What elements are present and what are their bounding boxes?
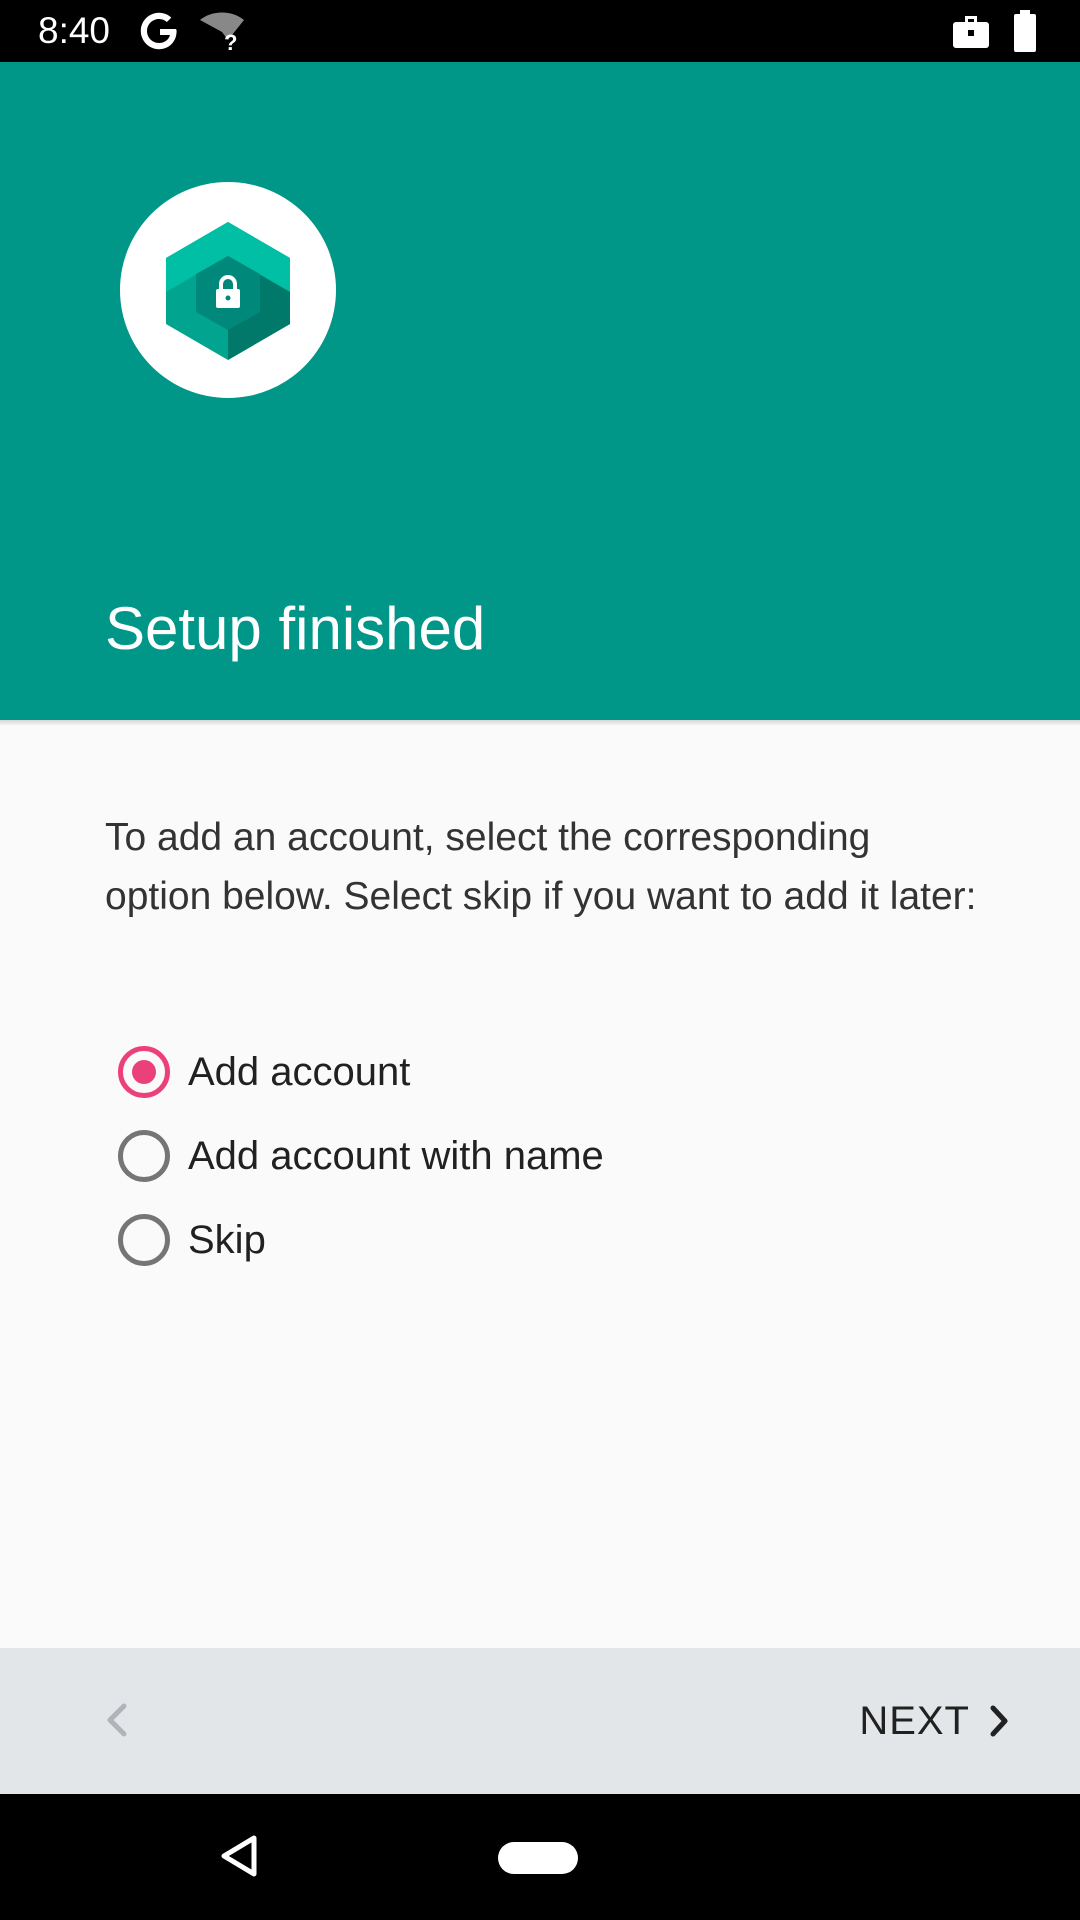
radio-option-skip[interactable]: Skip bbox=[118, 1198, 978, 1282]
nav-back-icon[interactable] bbox=[220, 1834, 260, 1878]
header: Setup finished bbox=[0, 62, 1080, 720]
setup-screen: 8:40 ? Setup finished To add an account,… bbox=[0, 0, 1080, 1920]
radio-label: Add account with name bbox=[188, 1134, 604, 1178]
work-profile-icon bbox=[953, 16, 989, 48]
back-button[interactable] bbox=[90, 1686, 150, 1756]
app-logo bbox=[120, 182, 336, 398]
status-bar: 8:40 ? bbox=[0, 0, 1080, 62]
radio-label: Add account bbox=[188, 1050, 411, 1094]
wifi-unknown-icon: ? bbox=[200, 12, 244, 52]
status-time: 8:40 bbox=[38, 10, 111, 51]
next-button-label: NEXT bbox=[859, 1698, 970, 1743]
nav-home-pill[interactable] bbox=[498, 1842, 578, 1874]
account-options-radio-group: Add account Add account with name Skip bbox=[118, 1030, 978, 1282]
chevron-right-icon bbox=[990, 1705, 1008, 1737]
radio-option-add-account-with-name[interactable]: Add account with name bbox=[118, 1114, 978, 1198]
header-divider bbox=[0, 720, 1080, 726]
shield-lock-hexagon-icon bbox=[166, 222, 290, 360]
radio-button-unchecked[interactable] bbox=[118, 1214, 170, 1266]
description-text: To add an account, select the correspond… bbox=[105, 816, 977, 918]
radio-label: Skip bbox=[188, 1218, 266, 1262]
google-g-icon bbox=[140, 12, 177, 50]
system-navigation-bar bbox=[0, 1794, 1080, 1920]
radio-selected-dot bbox=[132, 1060, 156, 1084]
chevron-left-icon bbox=[107, 1703, 127, 1737]
radio-button-checked[interactable] bbox=[118, 1046, 170, 1098]
radio-button-unchecked[interactable] bbox=[118, 1130, 170, 1182]
next-button[interactable]: NEXT bbox=[810, 1678, 1010, 1764]
svg-text:?: ? bbox=[224, 30, 237, 52]
radio-option-add-account[interactable]: Add account bbox=[118, 1030, 978, 1114]
battery-icon bbox=[1014, 10, 1036, 52]
page-title: Setup finished bbox=[105, 595, 486, 662]
setup-navigation-bar: NEXT bbox=[0, 1648, 1080, 1794]
